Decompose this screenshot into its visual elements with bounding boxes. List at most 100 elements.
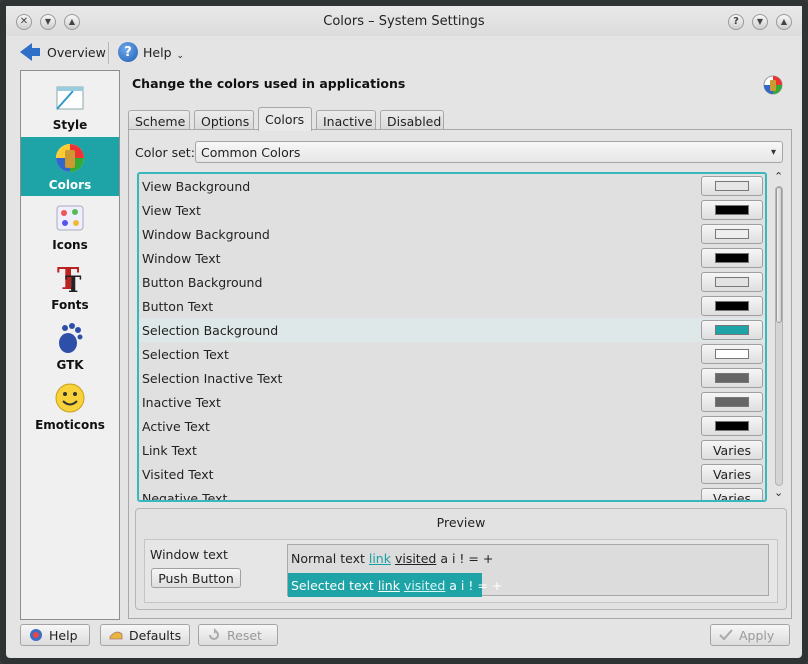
preview-visited[interactable]: visited [395,551,436,566]
sidebar-item-style[interactable]: Style [21,77,119,136]
sidebar-item-label: Icons [52,238,88,252]
color-role-row[interactable]: Link Text Varies [139,438,765,462]
scroll-down-icon[interactable]: ⌄ [774,486,783,499]
scroll-up-icon[interactable]: ⌃ [774,170,783,183]
reset-icon [209,628,219,640]
reset-button[interactable]: Reset [198,624,278,646]
varies-button[interactable]: Varies [701,464,763,484]
help-icon: ? [118,42,138,62]
window-title: Colors – System Settings [323,14,485,29]
defaults-button[interactable]: Defaults [100,624,190,646]
color-role-row[interactable]: Active Text [139,414,765,438]
sidebar-item-fonts[interactable]: TT Fonts [21,257,119,316]
colors-module-icon [762,74,784,96]
color-role-label: Active Text [142,419,210,434]
preview-link[interactable]: link [369,551,391,566]
color-swatch-button[interactable] [701,392,763,412]
color-swatch-button[interactable] [701,416,763,436]
list-scrollbar[interactable]: ⌃ ⌄ [771,170,787,502]
color-swatch-button[interactable] [701,296,763,316]
color-swatch-button[interactable] [701,224,763,244]
sidebar-item-label: Emoticons [35,418,105,432]
tab-label: Options [201,113,250,129]
sidebar-item-label: Colors [48,178,92,192]
chevron-down-icon: ⌄ [176,51,185,61]
color-swatch-button[interactable] [701,368,763,388]
help-button[interactable]: Help [20,624,90,646]
color-swatch-button[interactable] [701,248,763,268]
sidebar: Style Colors Icons TT Fonts GTK Emoticon… [20,70,120,620]
color-role-label: Window Text [142,251,221,266]
color-swatch [715,229,749,239]
tab-inactive[interactable]: Inactive [316,110,376,131]
preview-window-text: Window text [150,547,228,562]
color-set-value: Common Colors [201,144,301,160]
tab-scheme[interactable]: Scheme [128,110,190,131]
color-role-row[interactable]: Selection Inactive Text [139,366,765,390]
color-swatch [715,181,749,191]
color-role-row[interactable]: Window Background [139,222,765,246]
color-swatch-button[interactable] [701,200,763,220]
apply-button-label: Apply [739,627,775,643]
color-role-label: View Text [142,203,201,218]
sidebar-item-emoticons[interactable]: Emoticons [21,377,119,436]
color-swatch-button[interactable] [701,272,763,292]
scroll-track[interactable] [775,186,783,486]
color-set-label: Color set: [135,145,195,160]
tab-options[interactable]: Options [194,110,254,131]
color-role-row[interactable]: View Background [139,174,765,198]
minimize-button[interactable]: ▼ [752,14,768,30]
sidebar-item-label: GTK [56,358,84,372]
maximize-button[interactable]: ▲ [776,14,792,30]
color-swatch-button[interactable] [701,176,763,196]
color-set-select[interactable]: Common Colors ▾ [195,141,783,163]
preview-view: Normal text link visited a i ! = + Selec… [287,544,769,597]
color-role-row[interactable]: View Text [139,198,765,222]
color-role-row[interactable]: Selection Text [139,342,765,366]
color-role-label: Button Background [142,275,263,290]
varies-button[interactable]: Varies [701,440,763,460]
color-swatch-button[interactable] [701,344,763,364]
sidebar-item-gtk[interactable]: GTK [21,317,119,376]
sidebar-item-label: Fonts [51,298,89,312]
color-role-label: Negative Text [142,491,228,502]
color-swatch-button[interactable] [701,320,763,340]
color-swatch [715,253,749,263]
varies-button[interactable]: Varies [701,488,763,500]
defaults-button-label: Defaults [129,627,182,643]
color-swatch [715,205,749,215]
overview-button[interactable]: Overview [20,40,106,64]
color-role-label: Visited Text [142,467,214,482]
gnome-foot-icon [53,321,87,355]
tab-colors[interactable]: Colors [258,107,312,131]
chevron-down-icon: ▾ [770,147,776,158]
color-role-row[interactable]: Window Text [139,246,765,270]
preview-group: Preview Window text Push Button Normal t… [135,508,787,610]
color-role-row[interactable]: Selection Background [139,318,765,342]
preview-selected-visited[interactable]: visited [404,578,445,593]
help-menu-button[interactable]: ? Help ⌄ [118,40,184,64]
titlebar: ✕ ▼ ▲ Colors – System Settings ? ▼ ▲ [6,6,802,36]
preview-push-button[interactable]: Push Button [151,568,241,588]
sidebar-item-colors[interactable]: Colors [21,137,119,196]
color-swatch [715,397,749,407]
colors-icon [53,141,87,175]
color-role-row[interactable]: Button Text [139,294,765,318]
scroll-thumb[interactable] [776,187,782,323]
color-role-label: Selection Text [142,347,229,362]
page-title: Change the colors used in applications [132,76,406,91]
chevron-down-icon: ▼ [756,17,764,26]
sidebar-item-icons[interactable]: Icons [21,197,119,256]
back-arrow-icon [20,43,40,61]
color-role-row[interactable]: Negative Text Varies [139,486,765,502]
context-help-button[interactable]: ? [728,14,744,30]
color-role-row[interactable]: Inactive Text [139,390,765,414]
apply-button[interactable]: Apply [710,624,790,646]
color-role-row[interactable]: Visited Text Varies [139,462,765,486]
window: ✕ ▼ ▲ Colors – System Settings ? ▼ ▲ Ove… [0,0,808,664]
tab-disabled[interactable]: Disabled [380,110,444,131]
color-role-row[interactable]: Button Background [139,270,765,294]
preview-selected-link[interactable]: link [378,578,400,593]
fonts-icon: TT [53,261,87,295]
tab-label: Colors [265,112,305,127]
